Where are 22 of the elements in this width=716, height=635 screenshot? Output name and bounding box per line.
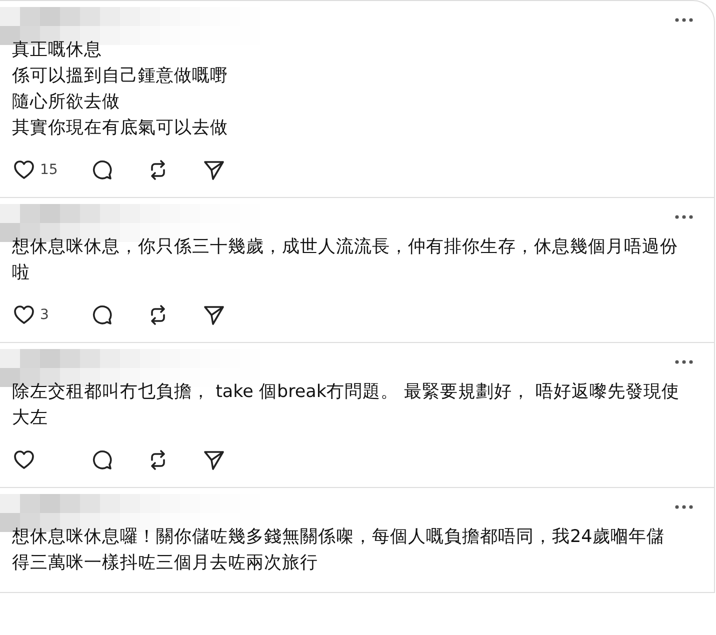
comment-line: 真正嘅休息 — [12, 39, 103, 62]
comment-line: 係可以搵到自己鍾意做嘅嘢 — [12, 65, 229, 88]
more-icon[interactable] — [674, 214, 694, 220]
comment-icon[interactable] — [91, 159, 113, 181]
more-icon[interactable] — [674, 17, 694, 23]
comment-icon[interactable] — [91, 304, 113, 326]
send-icon[interactable] — [203, 304, 225, 326]
send-icon[interactable] — [203, 449, 225, 471]
comment-icon[interactable] — [91, 449, 113, 471]
comment-line: 隨心所欲去做 — [12, 91, 121, 114]
like-icon[interactable] — [13, 304, 35, 326]
comment-text: 除左交租都叫冇乜負擔， take 個break冇問題。 最緊要規劃好， 唔好返嚟先發現使大左 — [12, 381, 680, 430]
more-icon[interactable] — [674, 359, 694, 365]
comment-line: 其實你現在有底氣可以去做 — [12, 117, 229, 140]
like-count: 15 — [40, 162, 58, 178]
like-icon[interactable] — [13, 159, 35, 181]
more-icon[interactable] — [674, 504, 694, 510]
like-count: 3 — [40, 307, 49, 323]
comment-text: 想休息咪休息，你只係三十幾歲，成世人流流長，仲有排你生存，休息幾個月唔過份啦 — [12, 236, 679, 285]
comment-text: 想休息咪休息囉！關你儲咗幾多錢無關係㗎，每個人嘅負擔都唔同，我24歲嗰年儲得三萬咪一樣抖咗三個月去咗兩次旅行 — [12, 526, 666, 575]
send-icon[interactable] — [203, 159, 225, 181]
like-icon[interactable] — [13, 449, 35, 471]
